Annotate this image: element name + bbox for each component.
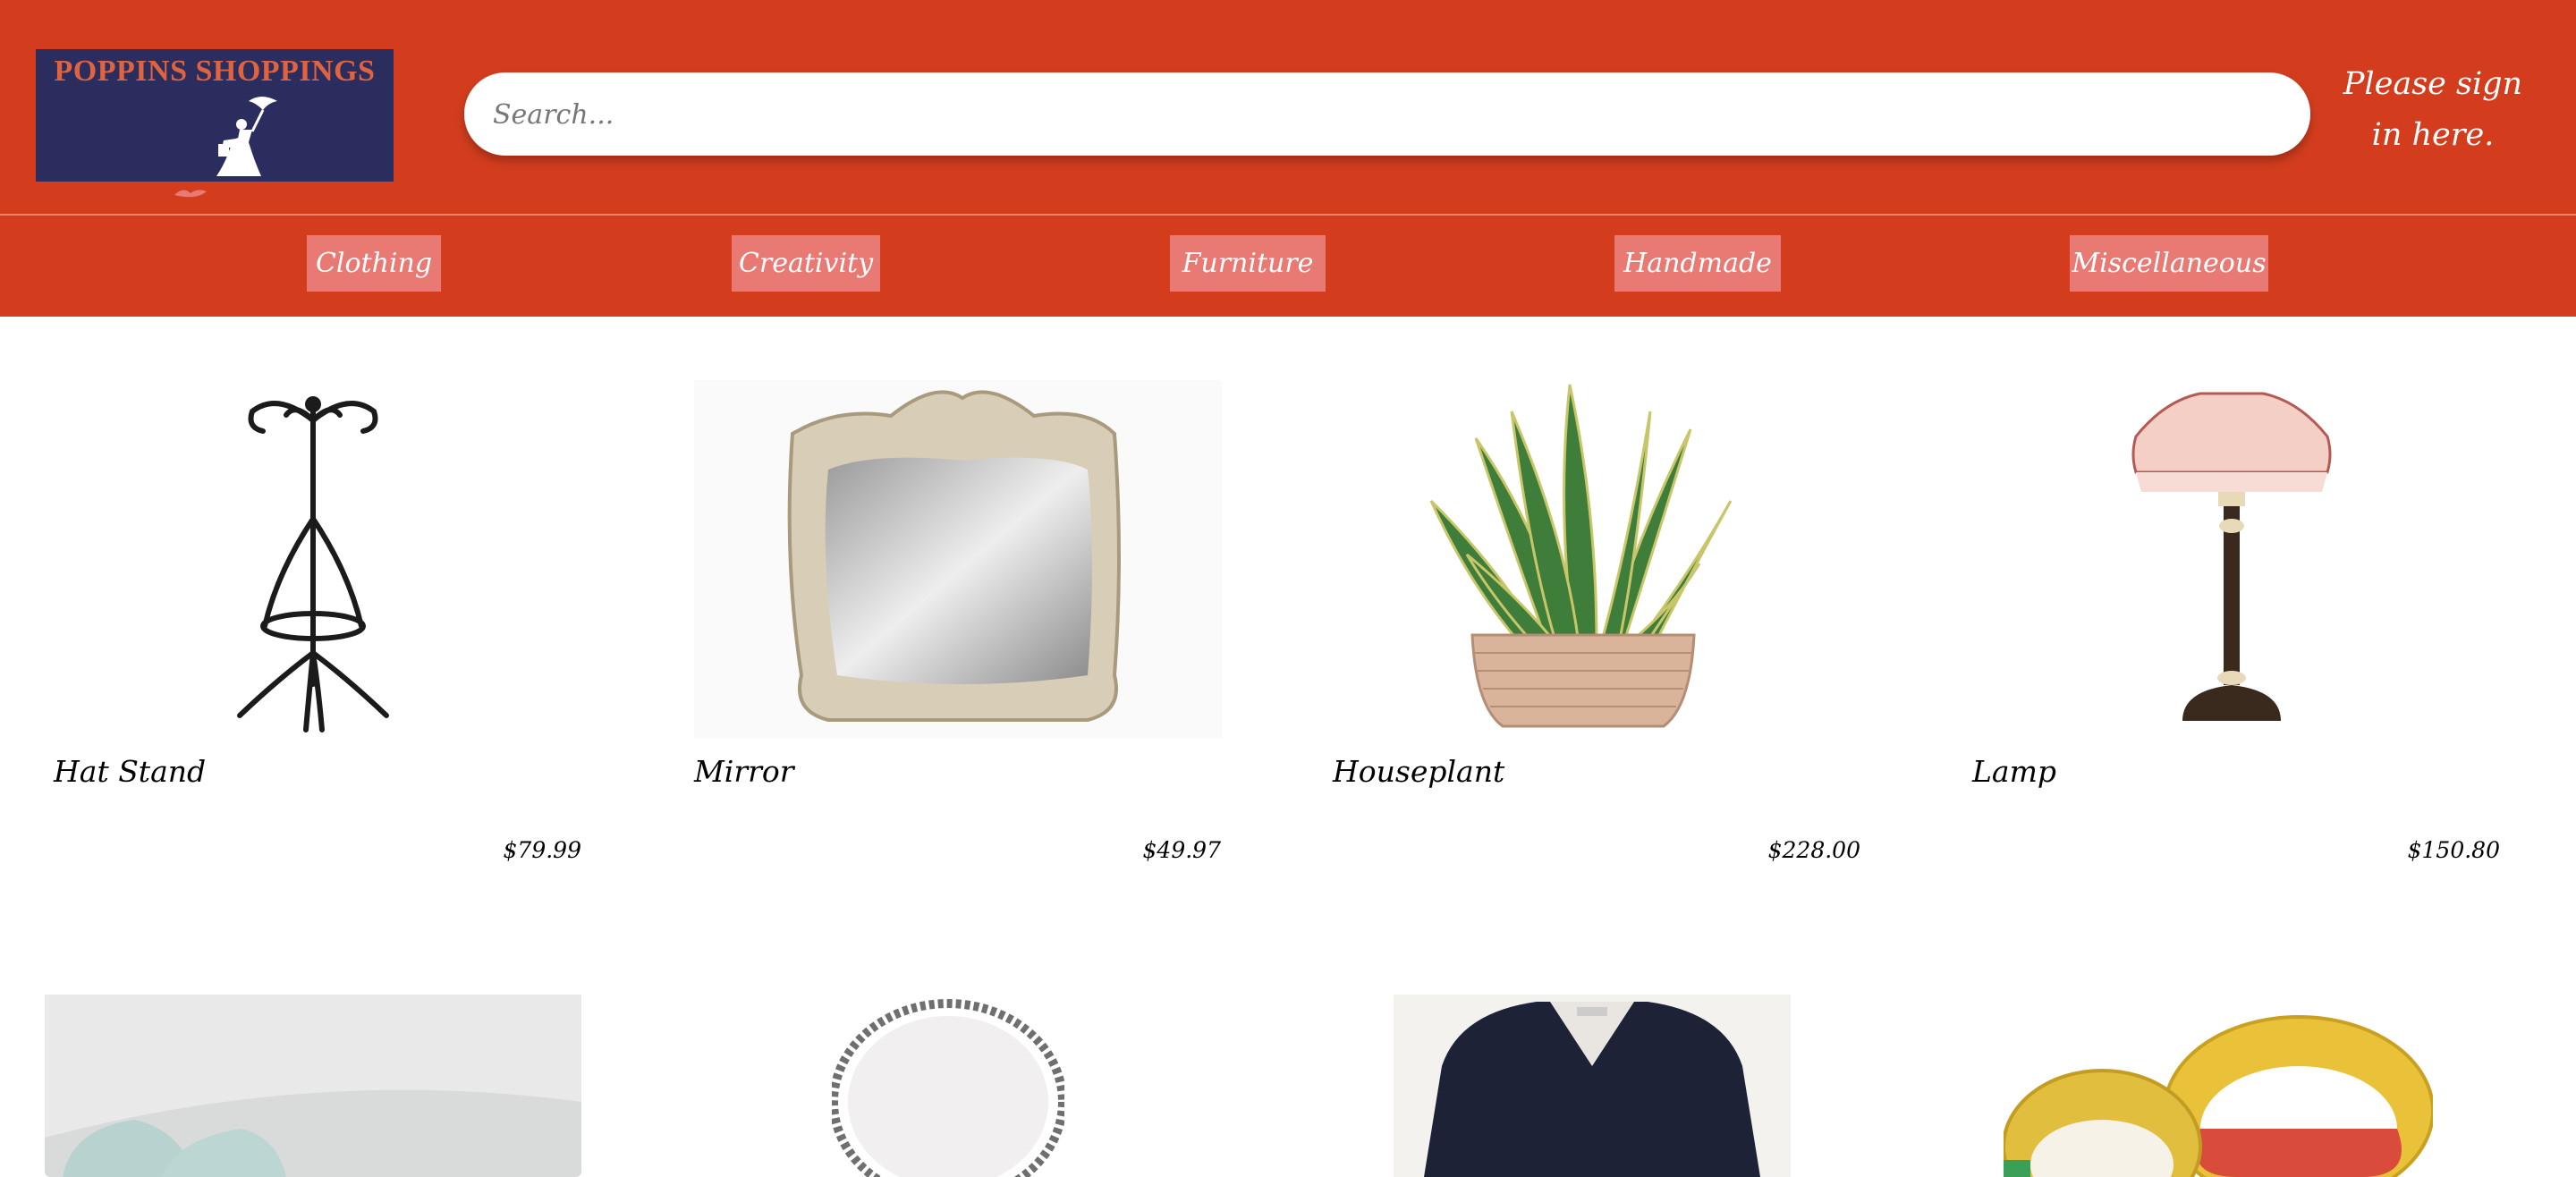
search-bar[interactable] [464, 72, 2310, 156]
category-furniture[interactable]: Furniture [1170, 235, 1326, 292]
product-price: $49.97 [1142, 837, 1221, 863]
product-name[interactable]: Hat Stand [54, 754, 206, 789]
product-name[interactable]: Houseplant [1333, 754, 1504, 789]
umbrella-lady-icon [216, 97, 277, 176]
header: POPPINS SHOPPINGS Please sign in here. [0, 0, 2576, 214]
shoes-image[interactable] [45, 995, 581, 1177]
tape-measure-image[interactable] [2004, 995, 2433, 1177]
logo-text: POPPINS SHOPPINGS [54, 55, 376, 88]
product-name[interactable]: Mirror [694, 754, 794, 789]
search-input[interactable] [491, 90, 2275, 139]
category-clothing[interactable]: Clothing [307, 235, 441, 292]
hat-stand-image[interactable] [224, 385, 402, 733]
category-handmade[interactable]: Handmade [1614, 235, 1781, 292]
product-price: $79.99 [503, 837, 581, 863]
category-miscellaneous[interactable]: Miscellaneous [2070, 235, 2268, 292]
product-name[interactable]: Lamp [1972, 754, 2056, 789]
blazer-image[interactable] [1394, 995, 1791, 1177]
category-creativity[interactable]: Creativity [732, 235, 880, 292]
mirror-image[interactable] [694, 380, 1222, 738]
lamp-image[interactable] [2129, 383, 2334, 732]
hand-mirror-image[interactable] [832, 995, 1064, 1177]
category-nav: Clothing Creativity Furniture Handmade M… [0, 216, 2576, 317]
bird-icon [174, 190, 207, 198]
signin-link[interactable]: Please sign in here. [2326, 59, 2540, 161]
product-price: $150.80 [2407, 837, 2500, 863]
houseplant-image[interactable] [1422, 376, 1744, 733]
product-price: $228.00 [1767, 837, 1860, 863]
logo[interactable]: POPPINS SHOPPINGS [36, 49, 394, 182]
